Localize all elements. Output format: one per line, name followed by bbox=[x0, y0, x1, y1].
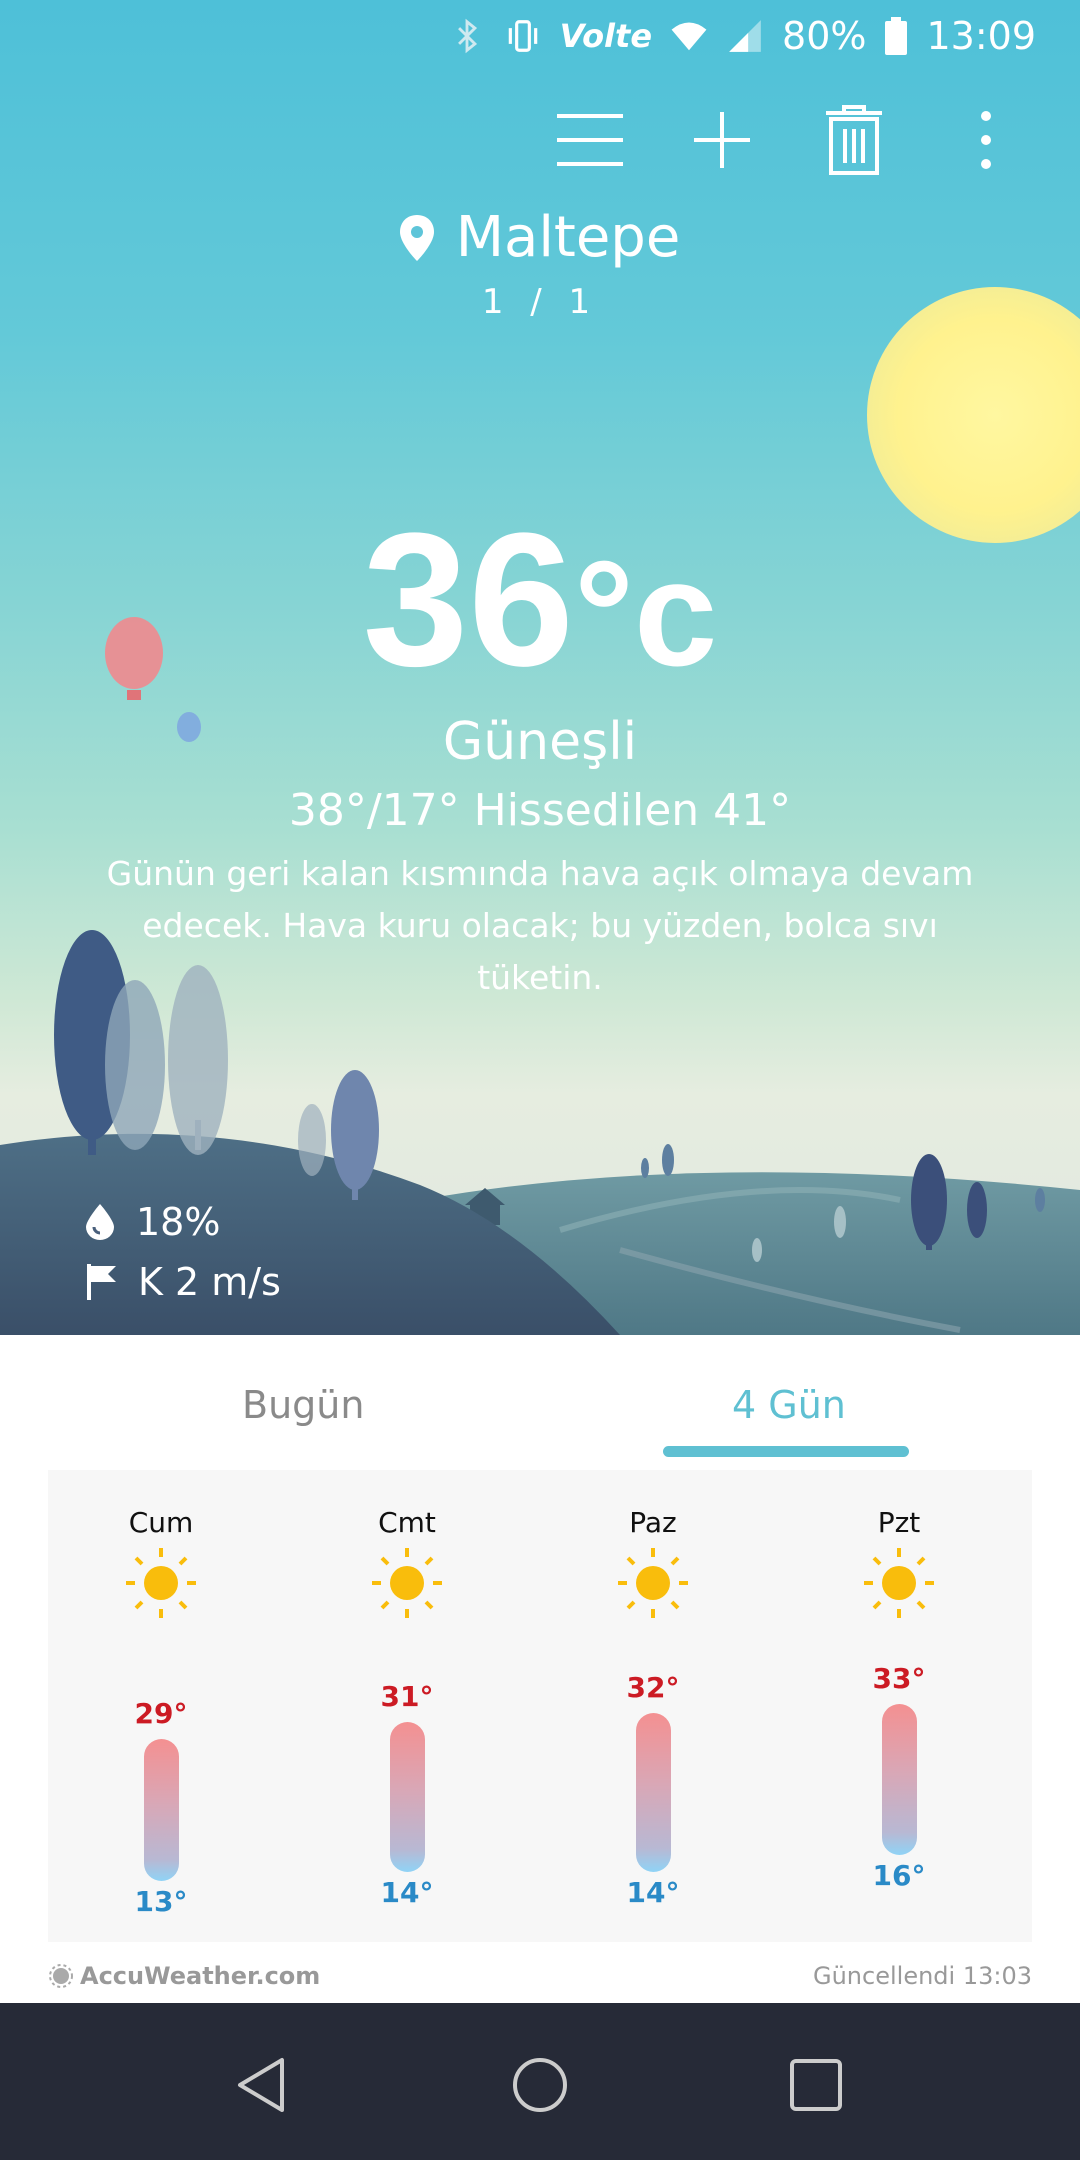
tab-today[interactable]: Bugün bbox=[242, 1383, 364, 1427]
low-temp: 16° bbox=[872, 1858, 926, 1892]
temp-range-bar bbox=[636, 1712, 671, 1873]
back-button[interactable] bbox=[222, 2045, 302, 2125]
home-icon bbox=[513, 2058, 567, 2112]
location-name: Maltepe bbox=[455, 205, 681, 270]
forecast-panel: Cum 29° 13° Cmt 31° 14° Paz 32° 14° Pzt … bbox=[48, 1470, 1032, 1942]
humidity-row: 18% bbox=[86, 1192, 281, 1252]
wifi-icon bbox=[671, 22, 707, 51]
forecast-day: Cum 29° 13° bbox=[71, 1470, 251, 1942]
sun-icon bbox=[864, 1548, 934, 1618]
temp-range-bar bbox=[390, 1721, 425, 1873]
location-page-indicator: 1 / 1 bbox=[481, 282, 599, 322]
system-navigation-bar bbox=[0, 2003, 1080, 2160]
weather-hero: Volte 80% 13:09 Maltepe 1 / 1 36°c Güneş… bbox=[0, 0, 1080, 1335]
sun-icon bbox=[126, 1548, 196, 1618]
accuweather-logo-icon bbox=[49, 1964, 73, 1988]
location-pin-icon bbox=[399, 214, 434, 261]
sun-icon bbox=[618, 1548, 688, 1618]
forecast-day: Pzt 33° 16° bbox=[809, 1470, 989, 1942]
temperature-value: 36 bbox=[362, 494, 574, 706]
tab-4-day[interactable]: 4 Gün bbox=[732, 1383, 846, 1427]
status-bar: Volte 80% 13:09 bbox=[0, 0, 1080, 72]
bluetooth-icon bbox=[457, 18, 477, 54]
wind-row: K 2 m/s bbox=[86, 1252, 281, 1312]
footer: AccuWeather.com Güncellendi 13:03 bbox=[48, 1950, 1032, 2002]
location-header: Maltepe 1 / 1 bbox=[0, 205, 1080, 322]
day-label: Cmt bbox=[378, 1506, 436, 1539]
weather-metrics: 18% K 2 m/s bbox=[86, 1192, 281, 1312]
battery-icon bbox=[885, 17, 908, 55]
accuweather-link[interactable]: AccuWeather.com bbox=[48, 1962, 320, 1990]
back-icon bbox=[238, 2058, 284, 2112]
last-updated: Güncellendi 13:03 bbox=[813, 1962, 1032, 1990]
weather-condition: Güneşli bbox=[442, 712, 638, 772]
menu-button[interactable] bbox=[524, 100, 656, 180]
temperature-unit: °c bbox=[573, 529, 718, 697]
signal-icon bbox=[729, 20, 761, 52]
high-temp: 29° bbox=[134, 1697, 188, 1731]
weather-description: Günün geri kalan kısmında hava açık olma… bbox=[106, 854, 974, 997]
humidity-value: 18% bbox=[136, 1200, 221, 1244]
top-toolbar bbox=[524, 100, 1052, 180]
add-icon bbox=[694, 112, 750, 168]
delete-icon bbox=[826, 105, 882, 175]
sun-icon bbox=[372, 1548, 442, 1618]
temp-range-bar bbox=[144, 1739, 179, 1882]
high-low-feels-like: 38°/17° Hissedilen 41° bbox=[288, 785, 792, 836]
network-type-text: Volte bbox=[559, 17, 653, 55]
recents-button[interactable] bbox=[776, 2045, 856, 2125]
day-label: Pzt bbox=[877, 1506, 921, 1539]
day-label: Paz bbox=[629, 1506, 677, 1539]
more-options-button[interactable] bbox=[920, 100, 1052, 180]
more-vert-icon bbox=[981, 111, 991, 169]
day-label: Cum bbox=[128, 1506, 194, 1539]
vibrate-icon bbox=[508, 20, 537, 52]
active-tab-indicator bbox=[663, 1446, 909, 1457]
forecast-day: Cmt 31° 14° bbox=[317, 1470, 497, 1942]
wind-value: K 2 m/s bbox=[138, 1260, 281, 1304]
recents-icon bbox=[790, 2059, 842, 2111]
menu-icon bbox=[557, 114, 623, 166]
delete-location-button[interactable] bbox=[788, 100, 920, 180]
weather-screen: Volte 80% 13:09 Maltepe 1 / 1 36°c Güneş… bbox=[0, 0, 1080, 2160]
accuweather-brand: AccuWeather.com bbox=[80, 1962, 321, 1990]
home-button[interactable] bbox=[500, 2045, 580, 2125]
wind-flag-icon bbox=[87, 1264, 116, 1300]
low-temp: 13° bbox=[134, 1885, 188, 1919]
forecast-tabs: Bugün 4 Gün bbox=[0, 1335, 1080, 1465]
forecast-day: Paz 32° 14° bbox=[563, 1470, 743, 1942]
battery-percent: 80% bbox=[782, 14, 867, 58]
add-location-button[interactable] bbox=[656, 100, 788, 180]
high-temp: 32° bbox=[626, 1670, 680, 1704]
current-temperature: 36°c bbox=[0, 505, 1080, 695]
temp-range-bar bbox=[882, 1703, 917, 1855]
status-time: 13:09 bbox=[926, 14, 1036, 58]
humidity-drop-icon bbox=[86, 1204, 114, 1240]
high-temp: 33° bbox=[872, 1661, 926, 1695]
low-temp: 14° bbox=[380, 1876, 434, 1910]
low-temp: 14° bbox=[626, 1876, 680, 1910]
high-temp: 31° bbox=[380, 1679, 434, 1713]
